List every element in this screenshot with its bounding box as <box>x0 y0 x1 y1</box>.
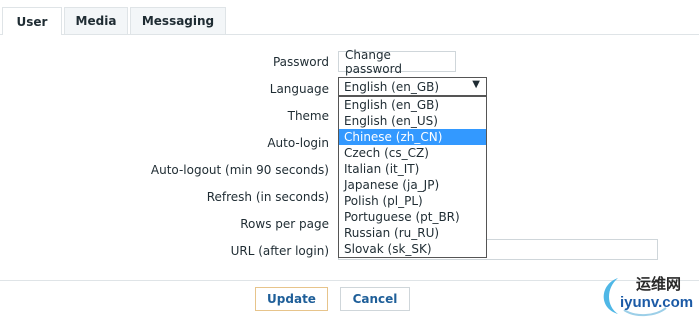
password-label: Password <box>272 55 329 69</box>
url-after-login-label: URL (after login) <box>230 244 329 258</box>
rows-per-page-label: Rows per page <box>240 217 329 231</box>
cancel-button[interactable]: Cancel <box>340 287 410 311</box>
divider <box>0 280 699 281</box>
language-dropdown-list: English (en_GB) English (en_US) Chinese (z… <box>338 96 487 258</box>
language-option[interactable]: English (en_US) <box>339 113 486 129</box>
update-button[interactable]: Update <box>255 287 328 311</box>
language-option[interactable]: Italian (it_IT) <box>339 161 486 177</box>
autologout-label: Auto-logout (min 90 seconds) <box>150 163 329 177</box>
language-option[interactable]: Chinese (zh_CN) <box>339 129 486 145</box>
autologin-label: Auto-login <box>267 136 329 150</box>
language-option[interactable]: Portuguese (pt_BR) <box>339 209 486 225</box>
tab-bar: User Media Messaging <box>0 0 699 35</box>
tab-media[interactable]: Media <box>64 7 128 34</box>
language-select[interactable]: English (en_GB) ▼ <box>338 77 487 96</box>
dropdown-arrow-icon: ▼ <box>472 79 480 90</box>
language-option[interactable]: Czech (cs_CZ) <box>339 145 486 161</box>
language-select-value: English (en_GB) <box>344 79 440 94</box>
theme-label: Theme <box>287 109 329 123</box>
language-option[interactable]: Japanese (ja_JP) <box>339 177 486 193</box>
language-option[interactable]: Russian (ru_RU) <box>339 225 486 241</box>
language-option[interactable]: English (en_GB) <box>339 97 486 113</box>
tab-messaging[interactable]: Messaging <box>130 7 226 34</box>
refresh-label: Refresh (in seconds) <box>206 190 329 204</box>
change-password-button[interactable]: Change password <box>338 48 456 76</box>
language-option[interactable]: Polish (pl_PL) <box>339 193 486 209</box>
language-label: Language <box>269 82 329 96</box>
language-option[interactable]: Slovak (sk_SK) <box>339 241 486 257</box>
tab-user[interactable]: User <box>2 7 62 35</box>
